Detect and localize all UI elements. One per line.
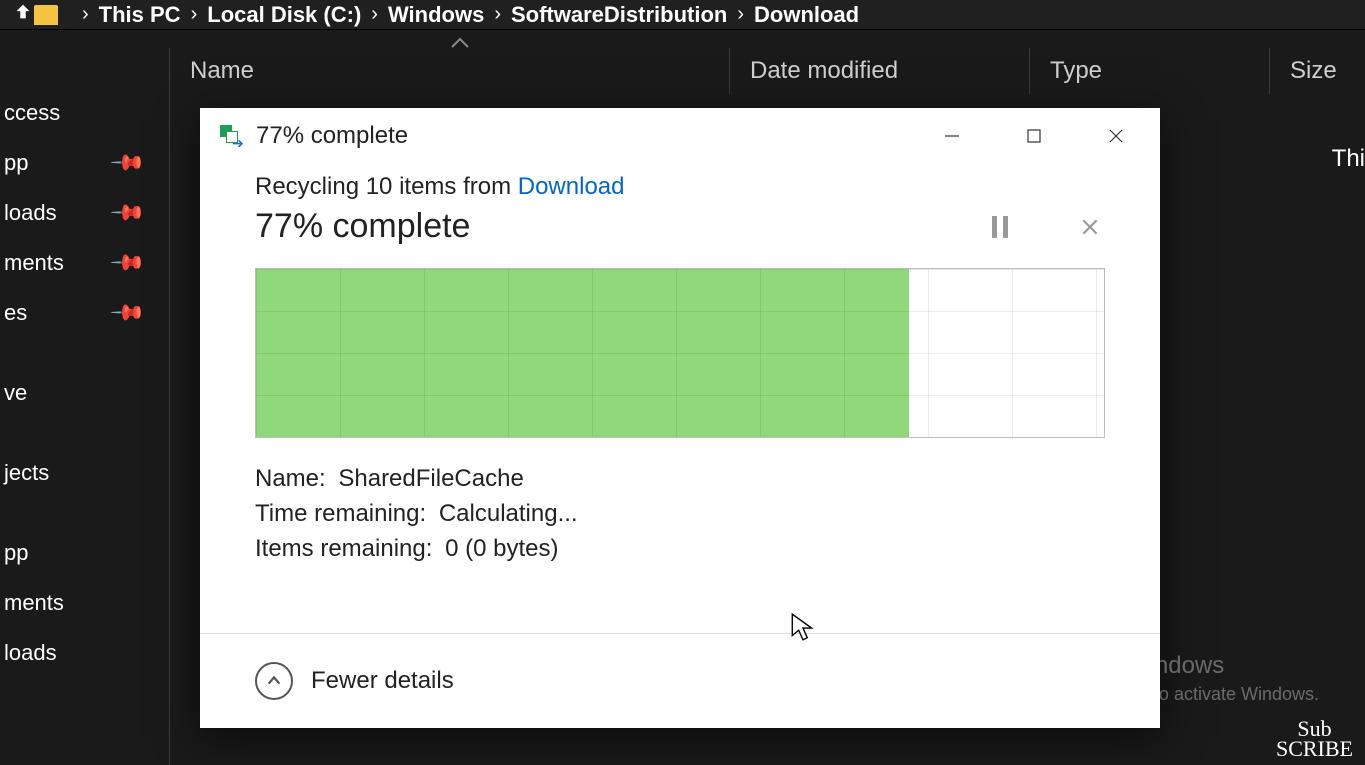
address-bar: › This PC › Local Disk (C:) › Windows › … xyxy=(0,0,1365,30)
percent-complete: 77% complete xyxy=(255,207,470,246)
column-name[interactable]: Name xyxy=(170,48,730,94)
up-icon[interactable] xyxy=(12,1,34,28)
dialog-title: 77% complete xyxy=(256,122,408,150)
sidebar-item[interactable]: loads xyxy=(0,628,169,678)
subscribe-watermark: Sub SCRIBE xyxy=(1276,719,1353,759)
subscribe-l2: SCRIBE xyxy=(1276,739,1353,759)
operation-source-link[interactable]: Download xyxy=(518,173,625,200)
chevron-right-icon: › xyxy=(371,3,378,26)
sidebar-item[interactable]: pp 📌 xyxy=(0,138,169,188)
pause-icon xyxy=(992,216,1008,238)
close-icon xyxy=(1079,216,1101,238)
breadcrumb-item[interactable]: SoftwareDistribution xyxy=(511,2,727,28)
dialog-titlebar: ➔ 77% complete xyxy=(200,108,1160,163)
sidebar-item[interactable]: jects xyxy=(0,448,169,498)
sidebar-item[interactable]: ments 📌 xyxy=(0,238,169,288)
pin-icon: 📌 xyxy=(108,244,146,282)
detail-time: Time remaining: Calculating... xyxy=(255,497,1105,532)
cancel-button[interactable] xyxy=(1075,212,1105,242)
sidebar-item-label: pp xyxy=(4,150,28,176)
fewer-details-label: Fewer details xyxy=(311,667,454,695)
chevron-right-icon: › xyxy=(82,3,89,26)
minimize-button[interactable] xyxy=(936,120,968,152)
pin-icon: 📌 xyxy=(108,294,146,332)
column-type[interactable]: Type xyxy=(1030,48,1270,94)
sidebar-item-label: ve xyxy=(4,380,27,406)
breadcrumb-item[interactable]: Download xyxy=(754,2,859,28)
sidebar-item-label: loads xyxy=(4,200,57,226)
sidebar-item-label: es xyxy=(4,300,27,326)
sidebar: ccess pp 📌 loads 📌 ments 📌 es 📌 ve jects… xyxy=(0,48,170,765)
activate-windows-watermark: Activate Windows Go to Settings to activ… xyxy=(1035,652,1319,705)
column-size[interactable]: Size xyxy=(1270,48,1365,94)
chevron-right-icon: › xyxy=(737,3,744,26)
folder-icon xyxy=(34,5,58,25)
sidebar-item[interactable]: ve xyxy=(0,368,169,418)
sidebar-item-label: loads xyxy=(4,640,57,666)
sidebar-item-label: jects xyxy=(4,460,49,486)
dialog-body: Recycling 10 items from Download 77% com… xyxy=(200,163,1160,633)
detail-value: 0 (0 bytes) xyxy=(445,535,558,562)
sidebar-item-label: pp xyxy=(4,540,28,566)
row-partial-text: Thi xyxy=(1332,145,1365,173)
progress-dialog: ➔ 77% complete Recycling 10 items from D… xyxy=(200,108,1160,728)
breadcrumb-item[interactable]: Windows xyxy=(388,2,484,28)
chevron-right-icon: › xyxy=(494,3,501,26)
sidebar-item[interactable]: es 📌 xyxy=(0,288,169,338)
detail-value: SharedFileCache xyxy=(338,465,523,492)
breadcrumb-item[interactable]: Local Disk (C:) xyxy=(207,2,361,28)
detail-name: Name: SharedFileCache xyxy=(255,462,1105,497)
sidebar-item[interactable]: pp xyxy=(0,528,169,578)
pin-icon: 📌 xyxy=(108,144,146,182)
sidebar-item-label: ments xyxy=(4,250,64,276)
maximize-button[interactable] xyxy=(1018,120,1050,152)
chevron-up-icon xyxy=(255,662,293,700)
sidebar-item[interactable]: ccess xyxy=(0,88,169,138)
progress-bar xyxy=(255,268,1105,438)
operation-description: Recycling 10 items from Download xyxy=(255,173,1105,201)
close-button[interactable] xyxy=(1100,120,1132,152)
chevron-right-icon: › xyxy=(191,3,198,26)
operation-prefix: Recycling 10 items from xyxy=(255,173,518,200)
sidebar-item[interactable]: loads 📌 xyxy=(0,188,169,238)
column-date[interactable]: Date modified xyxy=(730,48,1030,94)
sidebar-item-label: ments xyxy=(4,590,64,616)
pause-button[interactable] xyxy=(985,212,1015,242)
detail-items: Items remaining: 0 (0 bytes) xyxy=(255,532,1105,567)
sidebar-item[interactable]: ments xyxy=(0,578,169,628)
column-headers: Name Date modified Type Size xyxy=(170,48,1365,94)
fewer-details-toggle[interactable]: Fewer details xyxy=(200,633,1160,728)
progress-grid xyxy=(256,269,1104,437)
detail-label: Time remaining: xyxy=(255,500,426,527)
detail-value: Calculating... xyxy=(439,500,578,527)
sidebar-item-label: ccess xyxy=(4,100,60,126)
breadcrumb-item[interactable]: This PC xyxy=(99,2,181,28)
pin-icon: 📌 xyxy=(108,194,146,232)
watermark-title: Activate Windows xyxy=(1035,652,1319,680)
detail-label: Name: xyxy=(255,465,326,492)
detail-label: Items remaining: xyxy=(255,535,432,562)
watermark-sub: Go to Settings to activate Windows. xyxy=(1035,684,1319,705)
file-operation-icon: ➔ xyxy=(220,125,242,147)
